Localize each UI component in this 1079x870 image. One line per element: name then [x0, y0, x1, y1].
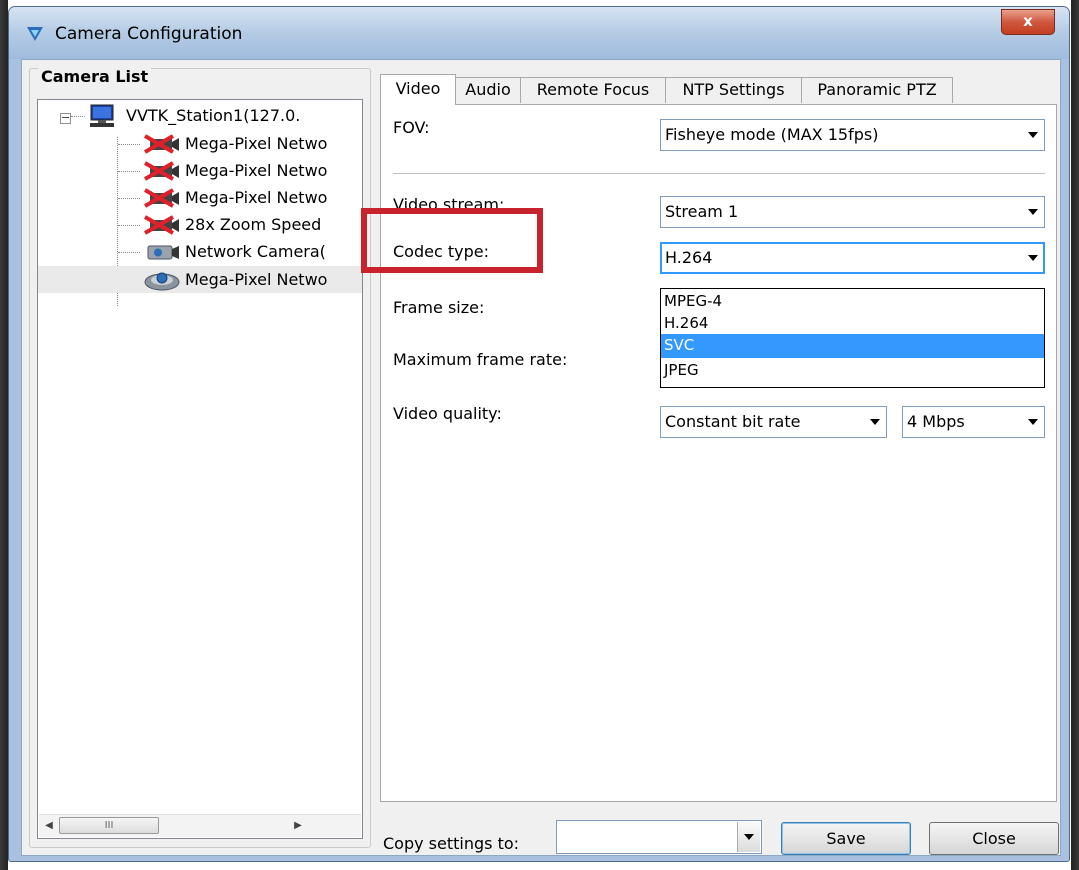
fov-select[interactable]: Fisheye mode (MAX 15fps) [660, 119, 1045, 151]
fov-value: Fisheye mode (MAX 15fps) [665, 125, 879, 144]
chevron-down-icon[interactable] [737, 822, 760, 852]
scroll-right-icon[interactable]: ▶ [289, 817, 307, 835]
camera-tree[interactable]: − VVTK_Station1(127.0. Mega-Pixel Netwo … [37, 99, 363, 839]
tree-item-label: Mega-Pixel Netwo [185, 188, 328, 207]
camera-offline-icon [144, 215, 179, 235]
video-quality-mode-select[interactable]: Constant bit rate [660, 406, 887, 438]
codec-option[interactable]: H.264 [661, 313, 1044, 333]
tree-item-label: Mega-Pixel Netwo [185, 134, 328, 153]
camera-configuration-window: Camera Configuration x Camera List − VVT… [8, 6, 1070, 862]
tree-item-label: Mega-Pixel Netwo [185, 270, 328, 289]
chevron-down-icon [1028, 255, 1038, 261]
save-button[interactable]: Save [781, 822, 911, 855]
tree-item-station[interactable]: − VVTK_Station1(127.0. [38, 102, 362, 129]
codec-type-select[interactable]: H.264 [660, 242, 1045, 274]
copy-settings-select[interactable] [556, 820, 762, 854]
chevron-down-icon [1028, 419, 1038, 425]
chevron-down-icon [1028, 132, 1038, 138]
tree-item-label: Network Camera( [185, 242, 326, 261]
tree-item-label: VVTK_Station1(127.0. [126, 106, 301, 125]
close-button[interactable]: Close [929, 822, 1059, 855]
title-bar[interactable]: Camera Configuration x [9, 7, 1069, 59]
camera-offline-icon [144, 188, 179, 208]
collapse-toggle-icon[interactable]: − [60, 112, 71, 124]
camera-offline-icon [144, 161, 179, 181]
video-quality-mode-value: Constant bit rate [665, 412, 801, 431]
copy-settings-label: Copy settings to: [383, 834, 520, 853]
fisheye-camera-icon [144, 272, 180, 291]
app-icon [27, 27, 43, 41]
window-title: Camera Configuration [55, 24, 243, 44]
monitor-icon [90, 104, 114, 127]
camera-icon [147, 245, 179, 260]
codec-option-highlighted[interactable]: SVC [661, 334, 1044, 358]
video-stream-value: Stream 1 [665, 202, 739, 221]
max-frame-rate-label: Maximum frame rate: [393, 350, 568, 369]
close-icon: x [1023, 12, 1033, 30]
chevron-down-icon [1028, 209, 1038, 215]
fov-label: FOV: [393, 118, 430, 137]
codec-option[interactable]: JPEG [661, 359, 1044, 382]
tree-item-camera[interactable]: Mega-Pixel Netwo [38, 130, 362, 157]
video-stream-select[interactable]: Stream 1 [660, 196, 1045, 228]
tab-ntp-settings[interactable]: NTP Settings [665, 77, 802, 103]
tree-item-label: Mega-Pixel Netwo [185, 161, 328, 180]
tab-video[interactable]: Video [380, 74, 456, 105]
window-close-button[interactable]: x [1001, 9, 1055, 35]
annotation-highlight-box [361, 208, 543, 273]
camera-list-label: Camera List [38, 67, 152, 86]
tree-item-camera[interactable]: Mega-Pixel Netwo [38, 157, 362, 184]
tab-panoramic-ptz[interactable]: Panoramic PTZ [801, 77, 953, 103]
tab-remote-focus[interactable]: Remote Focus [520, 77, 666, 103]
tree-item-camera[interactable]: 28x Zoom Speed [38, 211, 362, 238]
bitrate-select[interactable]: 4 Mbps [902, 406, 1045, 438]
chevron-down-icon [870, 419, 880, 425]
scroll-thumb[interactable]: III [59, 817, 159, 834]
divider [393, 173, 1045, 175]
codec-type-value: H.264 [665, 248, 713, 267]
tree-item-camera-selected[interactable]: Mega-Pixel Netwo [38, 266, 362, 293]
tree-item-camera[interactable]: Mega-Pixel Netwo [38, 184, 362, 211]
scroll-left-icon[interactable]: ◀ [40, 817, 58, 835]
tab-audio[interactable]: Audio [455, 77, 521, 103]
horizontal-scrollbar[interactable]: ◀ III ▶ [39, 814, 361, 837]
tree-item-camera[interactable]: Network Camera( [38, 238, 362, 265]
tree-item-label: 28x Zoom Speed [185, 215, 322, 234]
frame-size-label: Frame size: [393, 298, 485, 317]
camera-offline-icon [144, 134, 179, 154]
video-quality-label: Video quality: [393, 404, 502, 423]
camera-list-group: Camera List − VVTK_Station1(127.0. Mega-… [29, 67, 371, 848]
codec-option[interactable]: MPEG-4 [661, 290, 1044, 313]
bitrate-value: 4 Mbps [907, 412, 965, 431]
codec-type-dropdown-list[interactable]: MPEG-4 H.264 SVC JPEG [660, 288, 1045, 388]
dialog-client-area: Camera List − VVTK_Station1(127.0. Mega-… [21, 59, 1061, 856]
